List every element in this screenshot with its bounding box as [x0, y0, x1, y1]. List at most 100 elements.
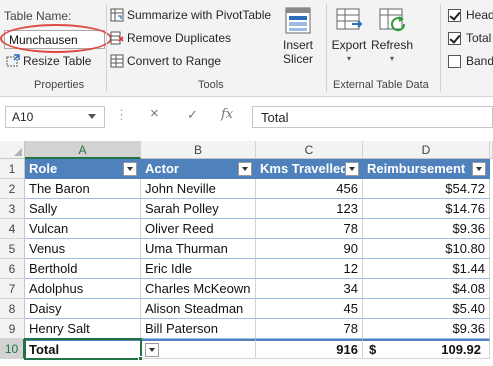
table-cell[interactable]: The Baron	[25, 179, 141, 199]
resize-table-label: Resize Table	[23, 54, 92, 68]
column-header-b[interactable]: B	[141, 141, 256, 159]
table-header-cell[interactable]: Kms Travelled	[256, 159, 363, 179]
column-header-d[interactable]: D	[363, 141, 490, 159]
table-cell[interactable]: 12	[256, 259, 363, 279]
row-header-9[interactable]: 9	[0, 319, 25, 339]
table-cell-text: Eric Idle	[145, 261, 192, 276]
table-cell[interactable]: Bill Paterson	[141, 319, 256, 339]
insert-slicer-button[interactable]: Insert Slicer	[279, 6, 317, 66]
total-row-label-cell[interactable]: Total	[25, 339, 141, 359]
enter-icon[interactable]: ✓	[187, 107, 198, 123]
table-cell[interactable]: Adolphus	[25, 279, 141, 299]
table-cell[interactable]: $9.36	[363, 219, 490, 239]
table-cell[interactable]: Vulcan	[25, 219, 141, 239]
insert-function-icon[interactable]: fx	[221, 107, 233, 122]
name-box-chevron-down-icon[interactable]	[88, 114, 96, 119]
cancel-icon[interactable]: ×	[150, 105, 159, 122]
table-cell[interactable]: $14.76	[363, 199, 490, 219]
slicer-icon	[283, 6, 313, 36]
resize-table-button[interactable]: Resize Table	[6, 54, 91, 68]
filter-dropdown-icon[interactable]	[123, 162, 137, 176]
remove-duplicates-label: Remove Duplicates	[127, 31, 232, 45]
banded-rows-checkbox[interactable]: Band	[448, 54, 493, 68]
table-cell[interactable]: 123	[256, 199, 363, 219]
total-row-checkbox-box[interactable]	[448, 31, 461, 45]
table-header-cell-text: Kms Travelled	[260, 161, 349, 176]
row-header-5[interactable]: 5	[0, 239, 25, 259]
row-header-8[interactable]: 8	[0, 299, 25, 319]
row-header-3[interactable]: 3	[0, 199, 25, 219]
column-header-c[interactable]: C	[256, 141, 363, 159]
fill-handle[interactable]	[138, 356, 143, 361]
table-cell[interactable]: $4.08	[363, 279, 490, 299]
pivottable-icon	[110, 8, 124, 22]
table-cell[interactable]: 34	[256, 279, 363, 299]
table-header-cell[interactable]: Actor	[141, 159, 256, 179]
remove-duplicates-button[interactable]: Remove Duplicates	[110, 31, 231, 45]
table-cell[interactable]: $10.80	[363, 239, 490, 259]
table-cell[interactable]: Sarah Polley	[141, 199, 256, 219]
banded-rows-checkbox-box[interactable]	[448, 54, 461, 68]
table-header-cell[interactable]: Role	[25, 159, 141, 179]
total-kms-cell[interactable]: 916	[256, 339, 363, 359]
total-row-checkbox[interactable]: Total	[448, 31, 491, 45]
worksheet-grid[interactable]: A B C D 1 2 3 4 5 6 7 8 9 10 Role Actor Kms Travelled Rei…	[0, 141, 493, 366]
total-reimbursement-cell[interactable]: $109.92	[363, 339, 490, 359]
table-cell[interactable]: Berthold	[25, 259, 141, 279]
table-cell-text: Henry Salt	[29, 321, 90, 336]
table-cell-text: $10.80	[445, 241, 485, 256]
select-all-button[interactable]	[0, 141, 25, 159]
filter-dropdown-icon[interactable]	[345, 162, 359, 176]
table-cell[interactable]: Daisy	[25, 299, 141, 319]
header-row-checkbox[interactable]: Head	[448, 8, 493, 22]
table-cell[interactable]: Venus	[25, 239, 141, 259]
table-cell[interactable]: Sally	[25, 199, 141, 219]
refresh-button[interactable]: Refresh ▾	[370, 6, 414, 66]
column-header-a[interactable]: A	[25, 141, 141, 159]
table-name-input[interactable]: Munchausen	[4, 30, 105, 49]
table-cell[interactable]: 90	[256, 239, 363, 259]
table-cell[interactable]: $54.72	[363, 179, 490, 199]
header-row-label: Head	[466, 8, 493, 22]
table-header-cell[interactable]: Reimbursement	[363, 159, 490, 179]
summarize-pivottable-button[interactable]: Summarize with PivotTable	[110, 8, 271, 22]
table-cell[interactable]: 456	[256, 179, 363, 199]
formula-input[interactable]: Total	[252, 106, 493, 128]
table-cell[interactable]: Charles McKeown	[141, 279, 256, 299]
filter-dropdown-icon[interactable]	[238, 162, 252, 176]
table-cell[interactable]: $9.36	[363, 319, 490, 339]
table-cell[interactable]: 45	[256, 299, 363, 319]
table-cell[interactable]: John Neville	[141, 179, 256, 199]
table-cell[interactable]: $5.40	[363, 299, 490, 319]
table-cell[interactable]: Alison Steadman	[141, 299, 256, 319]
table-cell-text: Berthold	[29, 261, 78, 276]
table-cell[interactable]: 78	[256, 219, 363, 239]
total-row-dropdown-icon[interactable]	[145, 343, 159, 357]
row-header-2[interactable]: 2	[0, 179, 25, 199]
table-cell[interactable]: $1.44	[363, 259, 490, 279]
table-cell-text: Sarah Polley	[145, 201, 219, 216]
row-header-4[interactable]: 4	[0, 219, 25, 239]
properties-group-label: Properties	[34, 79, 85, 91]
ribbon: Table Name: Munchausen Resize Table Prop…	[0, 0, 493, 97]
total-currency-symbol: $	[369, 342, 377, 357]
table-cell-text: 90	[343, 241, 358, 256]
table-cell[interactable]: Henry Salt	[25, 319, 141, 339]
total-kms-cell-text: 916	[336, 342, 358, 357]
convert-to-range-button[interactable]: Convert to Range	[110, 54, 221, 68]
table-cell[interactable]: Oliver Reed	[141, 219, 256, 239]
row-header-6[interactable]: 6	[0, 259, 25, 279]
export-button[interactable]: Export ▾	[330, 6, 368, 66]
row-header-7[interactable]: 7	[0, 279, 25, 299]
filter-dropdown-icon[interactable]	[472, 162, 486, 176]
row-header-10[interactable]: 10	[0, 339, 25, 359]
table-cell-text: Daisy	[29, 301, 62, 316]
header-row-checkbox-box[interactable]	[448, 8, 461, 22]
table-cell-text: Sally	[29, 201, 58, 216]
table-cell[interactable]: Eric Idle	[141, 259, 256, 279]
table-cell-text: 78	[343, 221, 358, 236]
table-cell[interactable]: 78	[256, 319, 363, 339]
row-header-1[interactable]: 1	[0, 159, 25, 179]
refresh-label: Refresh	[370, 38, 414, 52]
table-cell[interactable]: Uma Thurman	[141, 239, 256, 259]
